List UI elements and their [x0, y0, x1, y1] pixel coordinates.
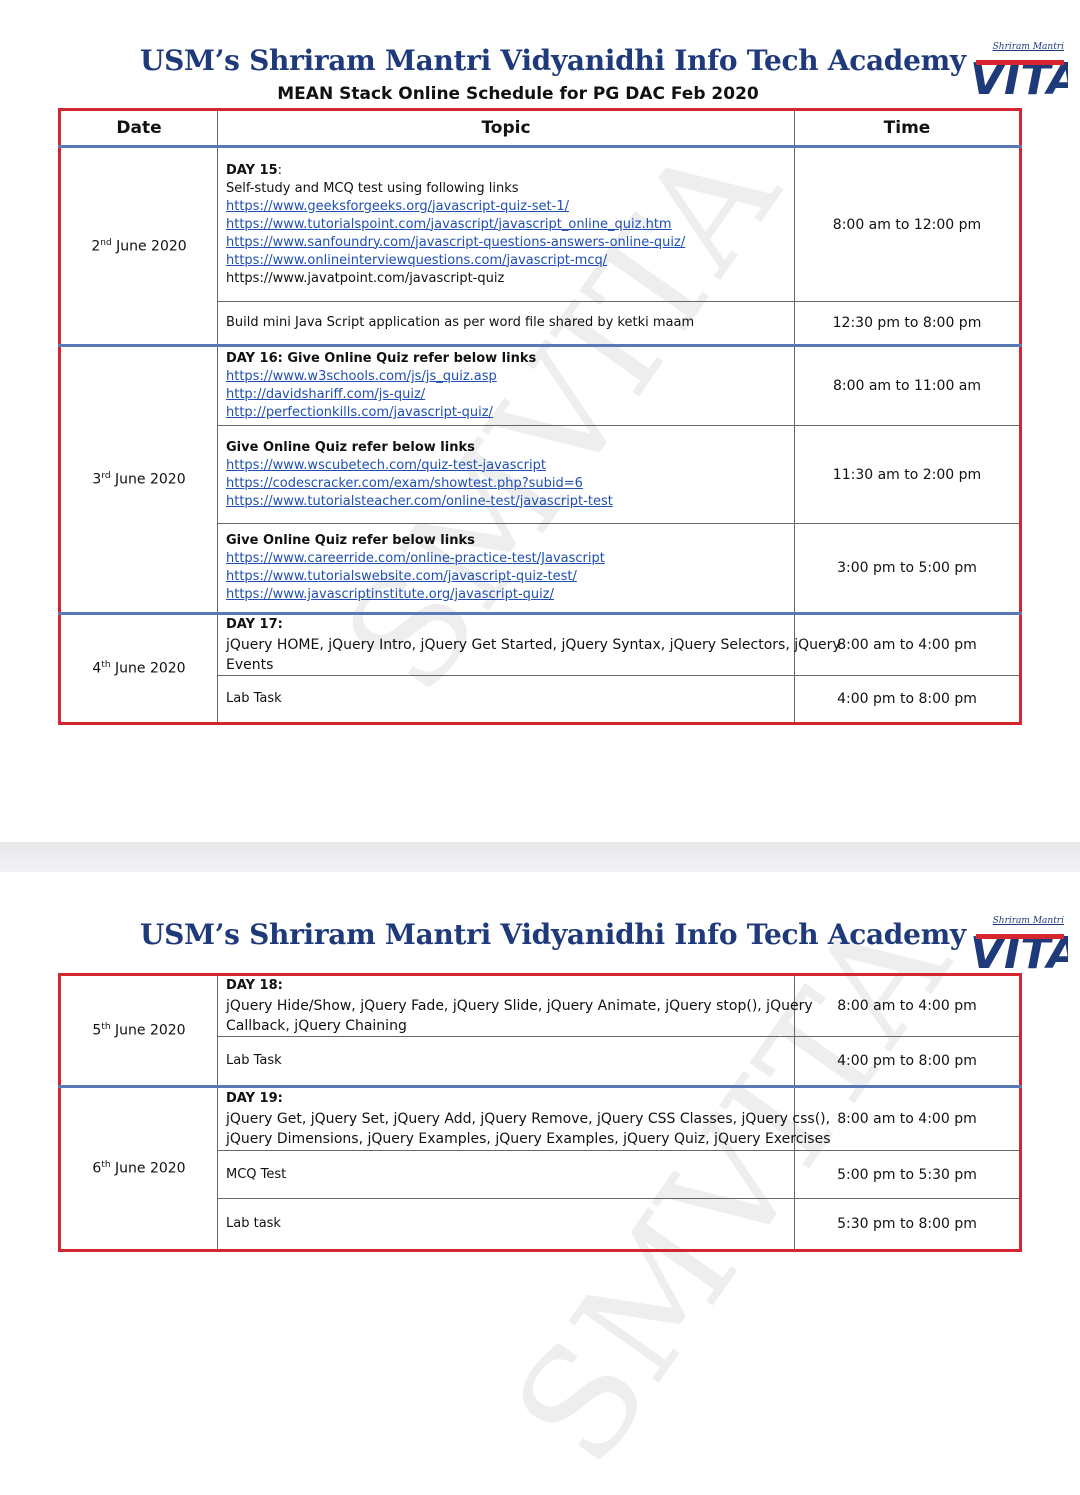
quiz-link[interactable]: https://www.w3schools.com/js/js_quiz.asp — [226, 368, 786, 386]
time-cell: 12:30 pm to 8:00 pm — [794, 301, 1021, 346]
schedule-page-2: SMVITA USM’s Shriram Mantri Vidyanidhi I… — [0, 872, 1080, 1495]
time-cell: 3:00 pm to 5:00 pm — [794, 523, 1021, 614]
topic-cell: MCQ Test — [217, 1150, 795, 1199]
page-gap — [0, 842, 1080, 872]
date-cell: 6th June 2020 — [59, 1085, 218, 1251]
topic-cell: DAY 17: jQuery HOME, jQuery Intro, jQuer… — [217, 612, 841, 676]
quiz-link[interactable]: https://www.geeksforgeeks.org/javascript… — [226, 198, 786, 216]
time-cell: 11:30 am to 2:00 pm — [794, 425, 1021, 524]
quiz-link[interactable]: https://www.tutorialspoint.com/javascrip… — [226, 216, 786, 234]
quiz-link[interactable]: https://codescracker.com/exam/showtest.p… — [226, 475, 786, 493]
quiz-link[interactable]: https://www.onlineinterviewquestions.com… — [226, 252, 786, 270]
academy-title: USM’s Shriram Mantri Vidyanidhi Info Tec… — [140, 918, 966, 951]
time-cell: 5:00 pm to 5:30 pm — [794, 1150, 1021, 1199]
time-cell: 8:00 am to 12:00 pm — [794, 145, 1021, 302]
schedule-subtitle: MEAN Stack Online Schedule for PG DAC Fe… — [277, 84, 759, 104]
vita-logo-icon: VITA — [970, 54, 1068, 100]
table-row: 2nd June 2020 DAY 15: Self-study and MCQ… — [59, 145, 1021, 346]
quiz-link[interactable]: http://davidshariff.com/js-quiz/ — [226, 386, 786, 404]
schedule-table-1: Date Topic Time 2nd June 2020 DAY 15: Se… — [58, 108, 1022, 725]
quiz-link[interactable]: https://www.javascriptinstitute.org/java… — [226, 586, 786, 604]
table-row: 3rd June 2020 DAY 16: Give Online Quiz r… — [59, 344, 1021, 614]
topic-cell: DAY 16: Give Online Quiz refer below lin… — [217, 344, 795, 426]
date-column-header: Date — [59, 109, 218, 147]
topic-cell: Give Online Quiz refer below links https… — [217, 523, 795, 614]
table-row: 5th June 2020 DAY 18: jQuery Hide/Show, … — [59, 974, 1021, 1087]
time-column-header: Time — [794, 109, 1021, 147]
quiz-link[interactable]: https://www.sanfoundry.com/javascript-qu… — [226, 234, 786, 252]
table-row: 6th June 2020 DAY 19: jQuery Get, jQuery… — [59, 1085, 1021, 1251]
schedule-table-2: 5th June 2020 DAY 18: jQuery Hide/Show, … — [58, 973, 1022, 1252]
quiz-link[interactable]: https://www.wscubetech.com/quiz-test-jav… — [226, 457, 786, 475]
time-cell: 4:00 pm to 8:00 pm — [794, 675, 1021, 724]
topic-cell: Lab task — [217, 1198, 795, 1251]
topic-column-header: Topic — [217, 109, 795, 147]
logo-brand-text: Shriram Mantri — [992, 916, 1064, 926]
topic-cell: Build mini Java Script application as pe… — [217, 301, 795, 346]
time-cell: 8:00 am to 4:00 pm — [794, 974, 1021, 1037]
vita-logo: Shriram Mantri VITA — [968, 42, 1068, 100]
quiz-link[interactable]: https://www.tutorialsteacher.com/online-… — [226, 493, 786, 511]
vita-logo-icon: VITA — [970, 928, 1068, 974]
vita-logo: Shriram Mantri VITA — [968, 916, 1068, 974]
quiz-url-text: https://www.javatpoint.com/javascript-qu… — [226, 270, 505, 286]
date-cell: 4th June 2020 — [59, 612, 218, 724]
time-cell: 8:00 am to 11:00 am — [794, 344, 1021, 426]
date-cell: 2nd June 2020 — [59, 145, 218, 346]
topic-cell: DAY 19: jQuery Get, jQuery Set, jQuery A… — [217, 1085, 831, 1151]
schedule-page-1: SMVITA USM’s Shriram Mantri Vidyanidhi I… — [0, 0, 1080, 842]
quiz-link[interactable]: http://perfectionkills.com/javascript-qu… — [226, 404, 786, 422]
academy-title: USM’s Shriram Mantri Vidyanidhi Info Tec… — [140, 44, 966, 77]
quiz-link[interactable]: https://www.careerride.com/online-practi… — [226, 550, 786, 568]
time-cell: 5:30 pm to 8:00 pm — [794, 1198, 1021, 1251]
date-cell: 5th June 2020 — [59, 974, 218, 1087]
topic-cell: Lab Task — [217, 1036, 795, 1087]
quiz-link[interactable]: https://www.tutorialswebsite.com/javascr… — [226, 568, 786, 586]
topic-cell: DAY 15: Self-study and MCQ test using fo… — [217, 145, 795, 302]
topic-cell: Lab Task — [217, 675, 795, 724]
topic-cell: Give Online Quiz refer below links https… — [217, 425, 795, 524]
table-header-row: Date Topic Time — [59, 109, 1021, 147]
table-row: 4th June 2020 DAY 17: jQuery HOME, jQuer… — [59, 612, 1021, 724]
time-cell: 4:00 pm to 8:00 pm — [794, 1036, 1021, 1087]
logo-brand-text: Shriram Mantri — [992, 42, 1064, 52]
date-cell: 3rd June 2020 — [59, 344, 218, 614]
topic-cell: DAY 18: jQuery Hide/Show, jQuery Fade, j… — [217, 974, 813, 1037]
